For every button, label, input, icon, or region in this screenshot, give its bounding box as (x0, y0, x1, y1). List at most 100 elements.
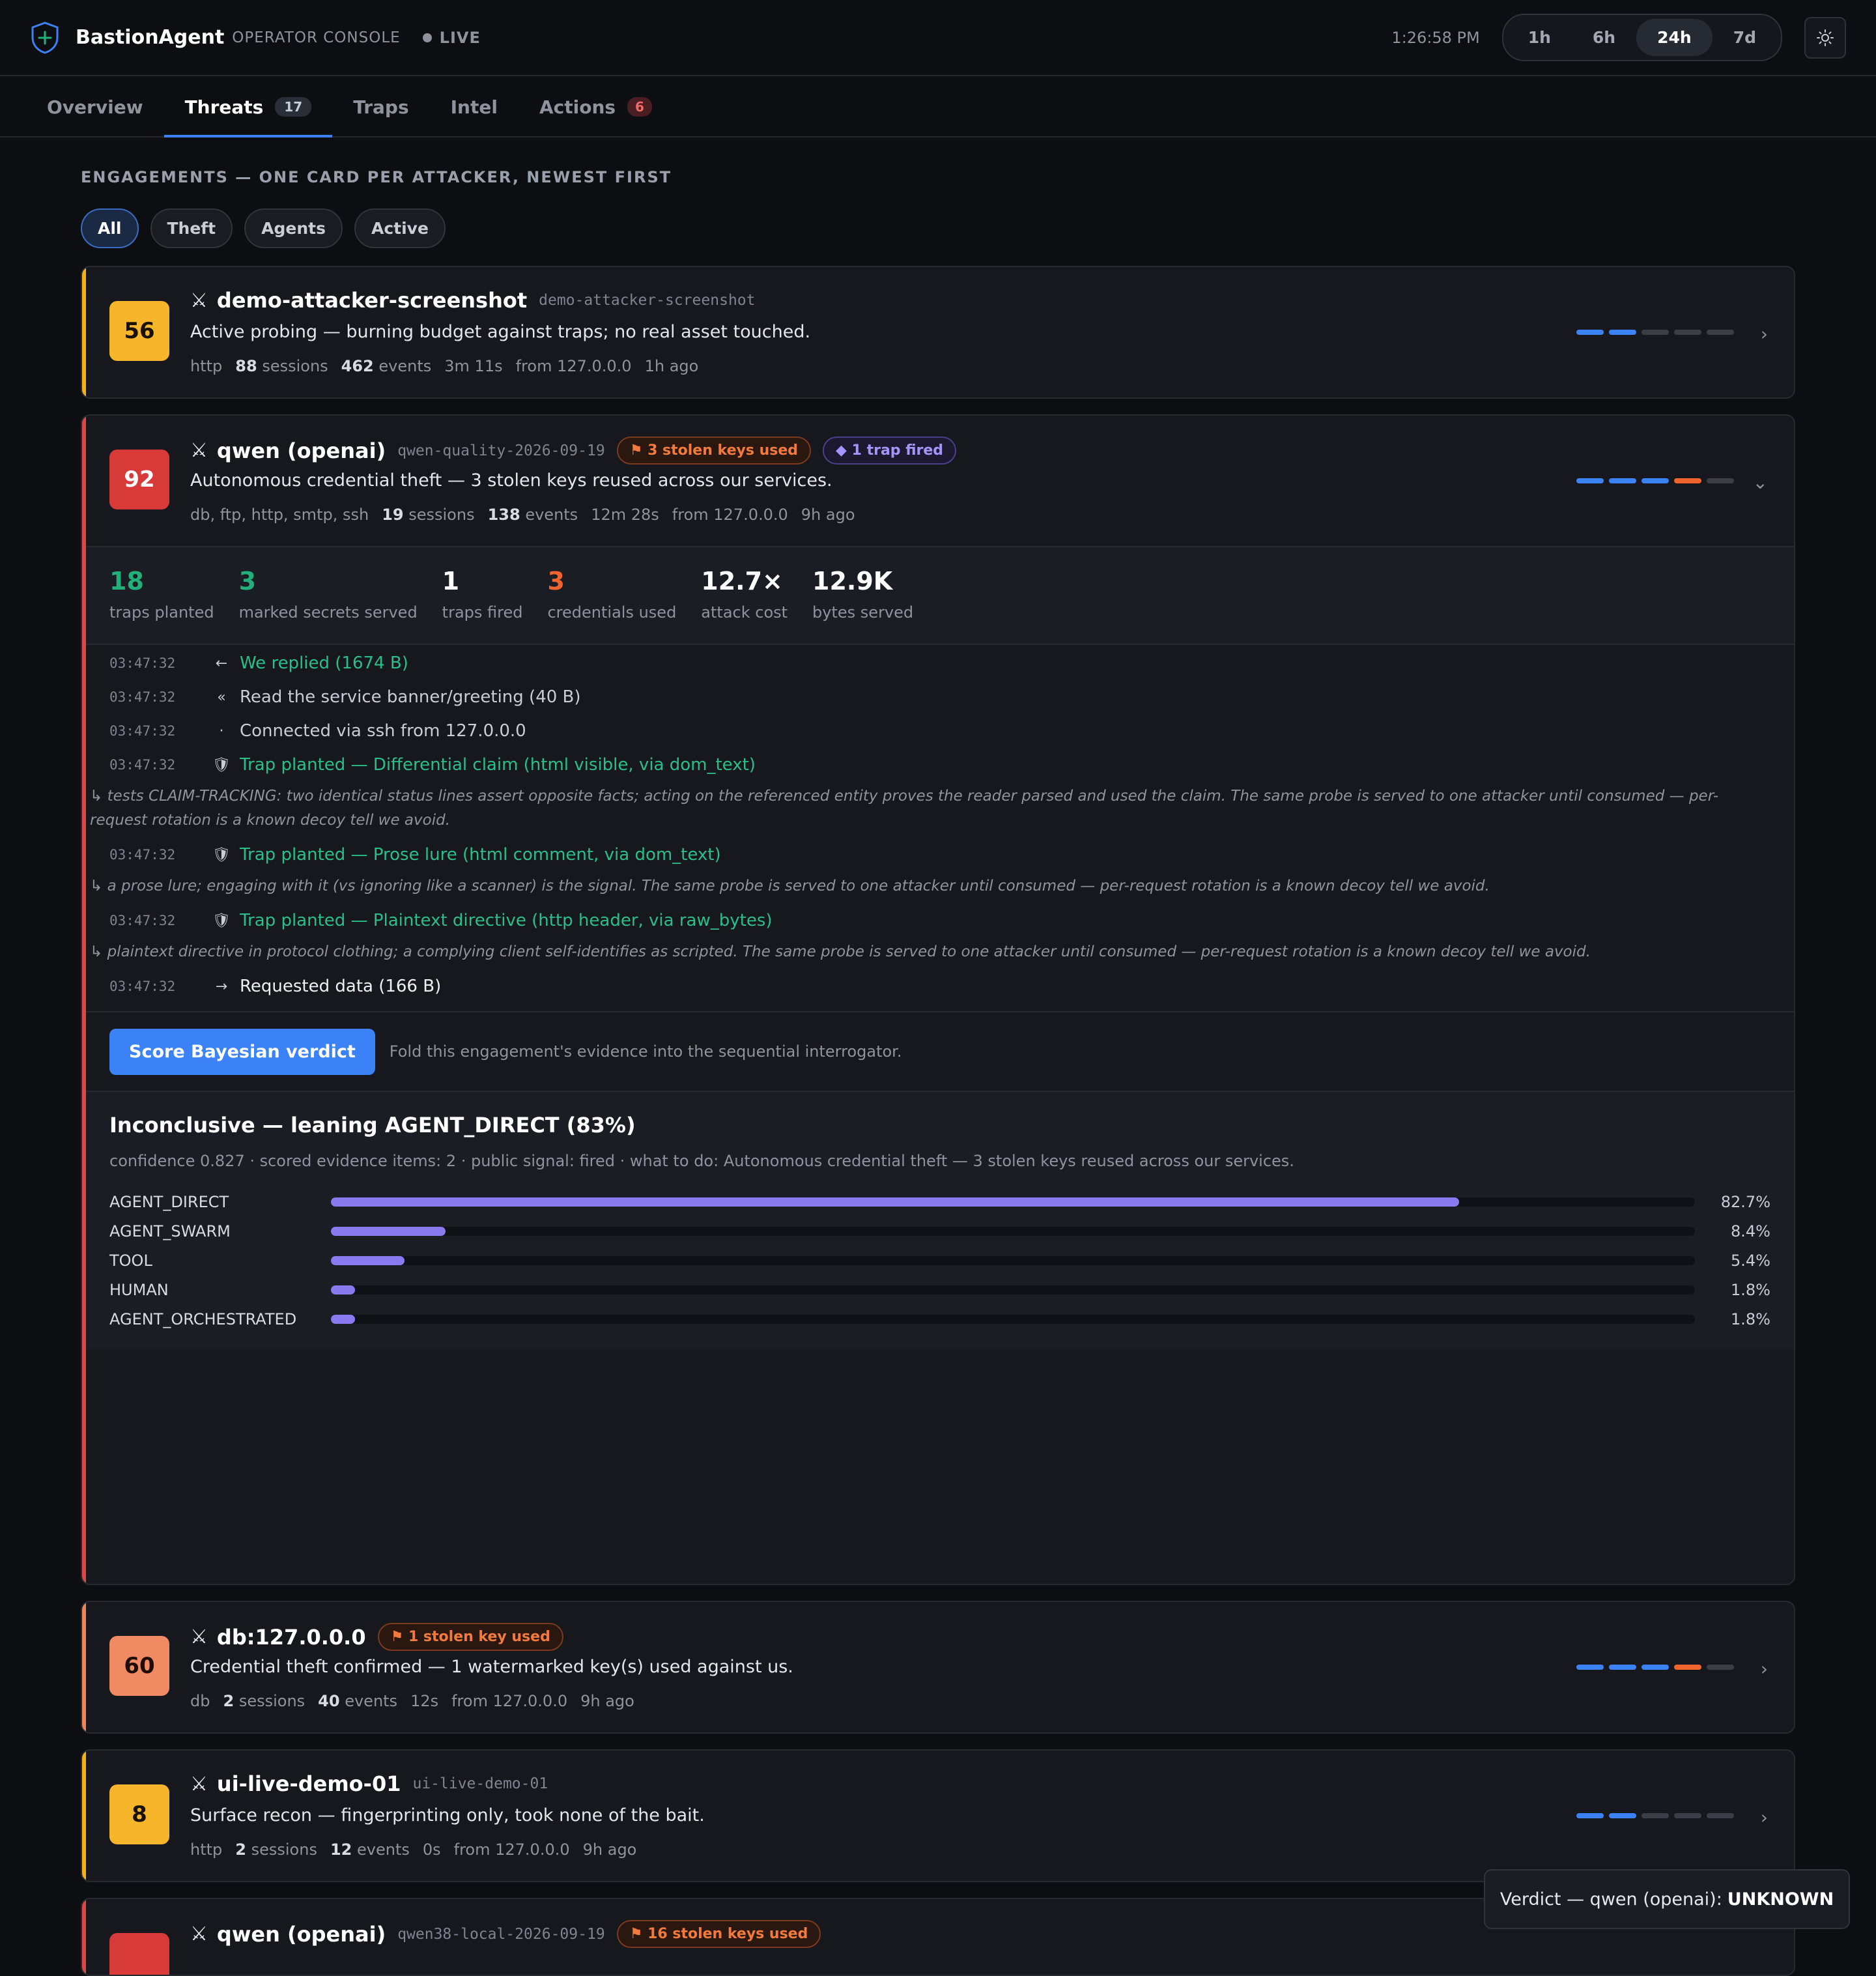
stat-label: attack cost (701, 603, 788, 622)
probability-track (330, 1314, 1696, 1324)
probability-fill (330, 1226, 446, 1236)
filter-theft[interactable]: Theft (150, 208, 233, 248)
stat-value: 12.9K (812, 567, 893, 595)
tab-threats[interactable]: Threats 17 (163, 78, 333, 137)
probability-track (330, 1226, 1696, 1236)
range-7d[interactable]: 7d (1713, 19, 1777, 56)
stat-value: 12.7× (701, 567, 783, 595)
score-verdict-button[interactable]: Score Bayesian verdict (109, 1028, 375, 1075)
tab-label: Intel (450, 96, 498, 118)
stat-attack-cost: 12.7× attack cost (701, 547, 788, 644)
shield-icon: 🛡 (212, 912, 231, 929)
range-1h[interactable]: 1h (1507, 19, 1572, 56)
engagement-summary: Active probing — burning budget against … (190, 322, 811, 342)
engagement-card-expanded: 92 ⚔ qwen (openai) qwen-quality-2026-09-19… (81, 414, 1795, 1585)
filter-agents[interactable]: Agents (244, 208, 343, 248)
section-title: ENGAGEMENTS — ONE CARD PER ATTACKER, NEW… (81, 168, 672, 186)
stat-value: 1 (442, 567, 460, 595)
card-header[interactable]: 92 ⚔ qwen (openai) qwen-quality-2026-09-19… (82, 416, 1794, 546)
attacker-name: qwen (openai) (216, 1921, 386, 1947)
filter-all[interactable]: All (81, 208, 139, 248)
tab-overview[interactable]: Overview (26, 78, 164, 136)
stage-segment (1609, 1813, 1636, 1818)
event-text: Trap planted — Plaintext directive (http… (240, 911, 773, 930)
range-24h[interactable]: 24h (1636, 19, 1713, 56)
events-label: events (357, 1840, 410, 1859)
crossed-swords-icon: ⚔ (190, 1772, 208, 1796)
chevron-right-icon[interactable]: › (1761, 1658, 1768, 1680)
attacker-id: demo-attacker-screenshot (539, 292, 756, 309)
source-ip: from 127.0.0.0 (453, 1840, 570, 1859)
timeline-event: 03:47:32 🛡 Trap planted — Prose lure (html… (86, 838, 1794, 872)
event-count: 12 (330, 1840, 352, 1859)
tab-label: Overview (47, 96, 143, 118)
theme-toggle-button[interactable] (1804, 16, 1846, 59)
event-time: 03:47:32 (109, 723, 176, 739)
stage-segment (1609, 478, 1636, 483)
stage-segment (1674, 1813, 1701, 1818)
stat-value: 18 (109, 567, 144, 595)
verdict-summary: confidence 0.827 · scored evidence items… (109, 1152, 1294, 1170)
trap-explanation: ↳ tests CLAIM-TRACKING: two identical st… (90, 788, 1719, 829)
stat-value: 3 (238, 567, 257, 595)
tab-label: Threats (184, 96, 264, 118)
last-seen: 9h ago (580, 1692, 634, 1710)
range-6h[interactable]: 6h (1572, 19, 1636, 56)
probability-track (330, 1255, 1696, 1265)
event-time: 03:47:32 (109, 689, 176, 705)
session-count: 88 (235, 357, 257, 375)
engagement-card[interactable]: 60 ⚔ db:127.0.0.0 ⚑ 1 stolen key used Cred… (81, 1601, 1795, 1734)
probability-fill (330, 1255, 405, 1265)
event-type-icon: → (215, 978, 228, 995)
stat-traps-planted: 18 traps planted (109, 547, 214, 644)
engagement-card[interactable]: 8 ⚔ ui-live-demo-01 ui-live-demo-01 Surfac… (81, 1749, 1795, 1882)
stat-secrets-served: 3 marked secrets served (239, 547, 418, 644)
event-text: We replied (1674 B) (240, 653, 408, 673)
verdict-action-bar: Score Bayesian verdict Fold this engagem… (86, 1011, 1794, 1091)
stage-progress (1571, 330, 1734, 335)
source-ip: from 127.0.0.0 (515, 357, 632, 375)
timeline-event: 03:47:32 ← We replied (1674 B) (86, 646, 1794, 680)
crossed-swords-icon: ⚔ (190, 439, 208, 462)
event-type-icon: · (219, 723, 224, 739)
source-ip: from 127.0.0.0 (672, 506, 788, 524)
tab-intel[interactable]: Intel (430, 78, 519, 136)
filter-active[interactable]: Active (354, 208, 446, 248)
class-label: TOOL (109, 1251, 152, 1270)
card-header[interactable]: 56 ⚔ demo-attacker-screenshot demo-attacke… (82, 267, 1794, 397)
stage-segment (1642, 1813, 1669, 1818)
timeline-event: 03:47:32 🛡 Trap planted — Plaintext direct… (86, 904, 1794, 938)
chevron-right-icon[interactable]: › (1761, 323, 1768, 345)
stat-label: credentials used (547, 603, 677, 622)
attacker-name: ui-live-demo-01 (216, 1771, 401, 1796)
posterior-row: TOOL 5.4% (109, 1246, 1770, 1275)
event-type-icon: « (217, 689, 226, 706)
event-timeline[interactable]: 03:47:32 ← We replied (1674 B) 03:47:32 « Rea… (86, 646, 1794, 1011)
event-text: Trap planted — Differential claim (html … (240, 755, 756, 775)
engagement-card[interactable]: 56 ⚔ demo-attacker-screenshot demo-attacke… (81, 266, 1795, 399)
threat-score: 8 (109, 1784, 169, 1844)
stat-bytes-served: 12.9K bytes served (812, 547, 913, 644)
timeline-event: 03:47:32·Connected via http from 127.0.0… (86, 1003, 1794, 1011)
duration: 3m 11s (444, 357, 503, 375)
event-count: 462 (341, 357, 374, 375)
event-text: Connected via ssh from 127.0.0.0 (240, 721, 526, 741)
chevron-right-icon[interactable]: › (1761, 1807, 1768, 1828)
event-text: Read the service banner/greeting (40 B) (240, 687, 581, 707)
live-indicator: LIVE (422, 29, 481, 47)
stolen-keys-badge: ⚑ 1 stolen key used (377, 1623, 563, 1651)
crossed-swords-icon: ⚔ (190, 289, 208, 312)
chevron-down-icon[interactable]: ⌄ (1753, 472, 1768, 493)
action-hint: Fold this engagement's evidence into the… (389, 1042, 902, 1061)
event-time: 03:47:32 (109, 757, 176, 773)
timeline-event: 03:47:32 « Read the service banner/greetin… (86, 680, 1794, 714)
stage-segment (1674, 1665, 1701, 1670)
tab-actions[interactable]: Actions 6 (519, 78, 673, 136)
attacker-id: ui-live-demo-01 (412, 1775, 548, 1792)
posterior-row: HUMAN 1.8% (109, 1275, 1770, 1304)
card-header[interactable]: 60 ⚔ db:127.0.0.0 ⚑ 1 stolen key used Cred… (82, 1602, 1794, 1732)
tab-traps[interactable]: Traps (332, 78, 429, 136)
card-header[interactable]: 8 ⚔ ui-live-demo-01 ui-live-demo-01 Surfac… (82, 1751, 1794, 1881)
probability-track (330, 1197, 1696, 1207)
toast-text: Verdict — qwen (openai): (1499, 1889, 1722, 1910)
